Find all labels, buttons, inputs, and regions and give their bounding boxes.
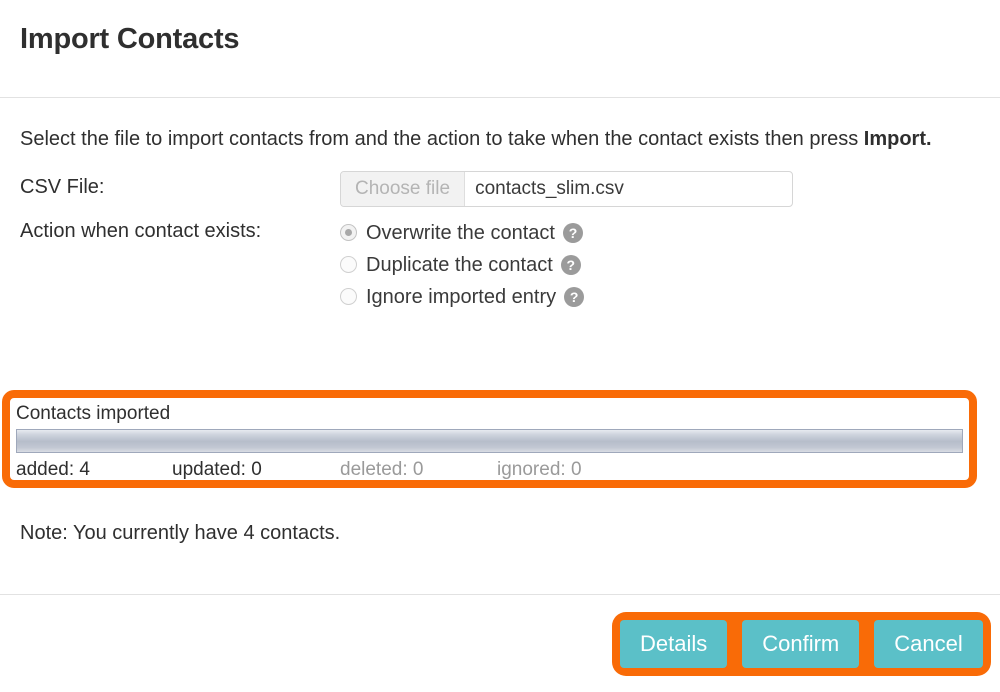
radio-option-label: Overwrite the contact: [366, 221, 555, 244]
progress-caption: Contacts imported: [16, 403, 171, 424]
stat-ignored: ignored: 0: [497, 459, 582, 480]
help-icon[interactable]: ?: [562, 222, 583, 243]
dialog-header: Import Contacts: [0, 0, 1000, 98]
selected-file-name: contacts_slim.csv: [475, 178, 624, 199]
confirm-button[interactable]: Confirm: [742, 620, 860, 668]
radio-button-icon[interactable]: [340, 224, 357, 241]
contacts-count-note: Note: You currently have 4 contacts.: [20, 522, 341, 544]
csv-file-field: Choose file contacts_slim.csv: [340, 171, 980, 207]
radio-button-icon[interactable]: [340, 288, 357, 305]
intro-text: Select the file to import contacts from …: [20, 124, 980, 155]
dialog-body: Select the file to import contacts from …: [0, 98, 1000, 313]
csv-file-label: CSV File:: [20, 176, 105, 198]
action-row: Action when contact exists: Overwrite th…: [20, 215, 980, 313]
footer-buttons-highlight-annotation: Details Confirm Cancel: [612, 612, 991, 676]
import-progress-panel: Contacts imported added: 4 updated: 0 de…: [10, 398, 969, 480]
import-stats: added: 4 updated: 0 deleted: 0 ignored: …: [16, 458, 963, 482]
radio-option-ignore[interactable]: Ignore imported entry ?: [340, 281, 980, 312]
import-contacts-dialog: Import Contacts Select the file to impor…: [0, 0, 1000, 692]
help-icon[interactable]: ?: [564, 286, 585, 307]
page-title: Import Contacts: [20, 23, 240, 55]
choose-file-button[interactable]: Choose file: [341, 172, 466, 206]
radio-button-icon[interactable]: [340, 256, 357, 273]
progress-highlight-annotation: Contacts imported added: 4 updated: 0 de…: [2, 390, 977, 488]
action-field: Overwrite the contact ? Duplicate the co…: [340, 215, 980, 313]
radio-option-overwrite[interactable]: Overwrite the contact ?: [340, 217, 980, 248]
stat-added: added: 4: [16, 459, 90, 480]
radio-option-duplicate[interactable]: Duplicate the contact ?: [340, 249, 980, 280]
details-button[interactable]: Details: [620, 620, 728, 668]
intro-text-prefix: Select the file to import contacts from …: [20, 128, 864, 150]
radio-option-label: Duplicate the contact: [366, 253, 553, 276]
progress-bar: [16, 429, 963, 453]
dialog-footer: Details Confirm Cancel: [0, 594, 1000, 692]
csv-file-row: CSV File: Choose file contacts_slim.csv: [20, 171, 980, 207]
action-radio-group: Overwrite the contact ? Duplicate the co…: [340, 215, 980, 312]
cancel-button[interactable]: Cancel: [874, 620, 983, 668]
action-label: Action when contact exists:: [20, 220, 262, 242]
stat-updated: updated: 0: [172, 459, 262, 480]
radio-option-label: Ignore imported entry: [366, 285, 557, 308]
help-icon[interactable]: ?: [560, 254, 581, 275]
csv-file-input[interactable]: Choose file contacts_slim.csv: [340, 171, 793, 207]
stat-deleted: deleted: 0: [340, 459, 424, 480]
intro-text-emphasis: Import.: [863, 128, 932, 150]
